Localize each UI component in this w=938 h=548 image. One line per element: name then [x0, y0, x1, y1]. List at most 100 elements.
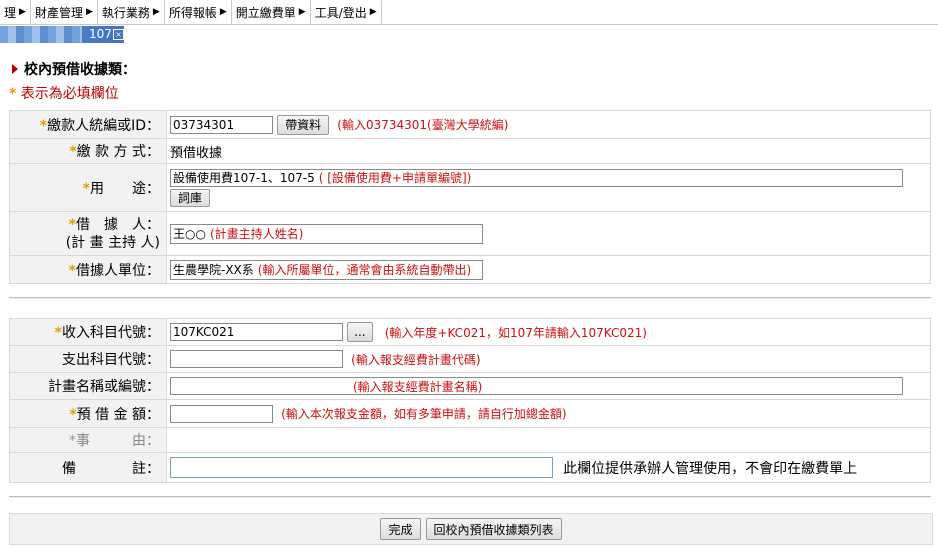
value-cell: 預借收據	[166, 138, 931, 164]
row-expense-code: 支出科目代號： (輸入報支經費計畫代碼)	[9, 345, 931, 373]
tab-label: 107	[89, 27, 112, 41]
caret-right-icon: ▶	[369, 7, 377, 17]
blurred-tab-text	[0, 26, 82, 43]
value-cell: (輸入報支經費計畫名稱)	[166, 372, 931, 400]
purpose-hint: ( [設備使用費+申請單編號])	[318, 171, 472, 185]
label-cell: *用 途：	[9, 163, 167, 212]
borrower-value: 王○○	[173, 227, 206, 241]
caret-right-icon: ▶	[219, 7, 227, 17]
pay-method-value: 預借收據	[170, 145, 223, 161]
back-to-list-button[interactable]: 回校內預借收據類列表	[425, 518, 562, 540]
row-payer-id: *繳款人統編或ID： 03734301 帶資料 (輸入03734301(臺灣大學…	[9, 110, 931, 139]
lookup-button[interactable]: ...	[347, 322, 373, 342]
label-cell: 支出科目代號：	[9, 345, 167, 373]
row-income-code: *收入科目代號： 107KC021 ... (輸入年度+KC021，如107年請…	[9, 318, 931, 346]
menu-item-partial[interactable]: 理 ▶	[0, 0, 31, 24]
value-cell: 107KC021 ... (輸入年度+KC021，如107年請輸入107KC02…	[166, 318, 931, 346]
menu-label: 執行業務	[101, 5, 150, 20]
project-name-input[interactable]: (輸入報支經費計畫名稱)	[170, 377, 903, 395]
form-section-1: *繳款人統編或ID： 03734301 帶資料 (輸入03734301(臺灣大學…	[9, 110, 931, 284]
label-cell: *收入科目代號：	[9, 318, 167, 346]
tab-active[interactable]: 107 ×	[0, 26, 124, 43]
row-reason: *事 由：	[9, 427, 931, 453]
fetch-data-button[interactable]: 帶資料	[277, 114, 330, 135]
required-note-text: 表示為必填欄位	[20, 86, 119, 102]
purpose-input[interactable]: 設備使用費107-1、107-5 ( [設備使用費+申請單編號])	[170, 168, 903, 187]
label-cell: *借 據 人： (計 畫 主持 人)	[9, 211, 167, 256]
purpose-value: 設備使用費107-1、107-5	[173, 171, 315, 185]
menu-item-billing[interactable]: 開立繳費單 ▶	[232, 0, 311, 24]
done-button[interactable]: 完成	[380, 518, 421, 540]
value-cell: (輸入本次報支金額，如有多筆申請，請自行加總金額)	[166, 399, 931, 428]
caret-right-icon: ▶	[85, 7, 93, 17]
row-borrower-unit: *借據人單位： 生農學院-XX系 (輸入所屬單位，通常會由系統自動帶出)	[9, 255, 931, 284]
menu-label: 工具/登出	[314, 5, 367, 20]
borrower-hint: (計畫主持人姓名)	[209, 227, 304, 241]
value-cell: 生農學院-XX系 (輸入所屬單位，通常會由系統自動帶出)	[166, 255, 931, 284]
borrower-sublabel: (計 畫 主持 人)	[65, 234, 160, 251]
project-name-hint: (輸入報支經費計畫名稱)	[353, 379, 483, 394]
required-note: * 表示為必填欄位	[9, 83, 119, 103]
glossary-button[interactable]: 詞庫	[170, 188, 211, 207]
value-cell	[166, 427, 931, 453]
borrower-unit-value: 生農學院-XX系	[173, 263, 254, 277]
caret-right-icon: ▶	[298, 7, 306, 17]
label-cell: *借據人單位：	[9, 255, 167, 284]
required-star-icon: *	[82, 180, 90, 197]
label-cell: 備 註：	[9, 452, 167, 483]
divider	[9, 297, 931, 299]
menu-bar: 理 ▶ 財產管理 ▶ 執行業務 ▶ 所得報帳 ▶ 開立繳費單 ▶ 工具/登出 ▶	[0, 0, 938, 25]
label-cell: 計畫名稱或編號：	[9, 372, 167, 400]
borrower-unit-hint: (輸入所屬單位，通常會由系統自動帶出)	[257, 263, 472, 277]
amount-hint: (輸入本次報支金額，如有多筆申請，請自行加總金額)	[281, 407, 567, 421]
menu-label: 開立繳費單	[235, 5, 296, 20]
payer-id-input[interactable]: 03734301	[170, 115, 273, 134]
menu-label: 所得報帳	[168, 5, 217, 20]
required-star-icon: *	[68, 216, 76, 233]
tab-strip: 107 ×	[0, 26, 938, 43]
label-cell: *事 由：	[9, 427, 167, 453]
row-purpose: *用 途： 設備使用費107-1、107-5 ( [設備使用費+申請單編號]) …	[9, 163, 931, 212]
menu-item-income[interactable]: 所得報帳 ▶	[165, 0, 232, 24]
menu-item-tools[interactable]: 工具/登出 ▶	[311, 0, 382, 24]
row-remark: 備 註： 此欄位提供承辦人管理使用，不會印在繳費單上	[9, 452, 931, 483]
action-bar: 完成 回校內預借收據類列表	[9, 513, 933, 545]
income-code-input[interactable]: 107KC021	[170, 323, 343, 341]
divider	[9, 496, 931, 498]
label-cell: *預 借 金 額：	[9, 399, 167, 428]
required-star-icon: *	[9, 86, 17, 102]
expense-code-hint: (輸入報支經費計畫代碼)	[351, 352, 481, 367]
payer-id-hint: (輸入03734301(臺灣大學統編)	[337, 118, 509, 132]
amount-input[interactable]	[170, 404, 273, 423]
row-borrower: *借 據 人： (計 畫 主持 人) 王○○ (計畫主持人姓名)	[9, 211, 931, 256]
page-title-text: 校內預借收據類：	[24, 62, 136, 78]
required-star-icon: *	[69, 406, 77, 423]
value-cell: 設備使用費107-1、107-5 ( [設備使用費+申請單編號]) 詞庫	[166, 163, 931, 212]
caret-right-icon: ▶	[152, 7, 160, 17]
expense-code-input[interactable]	[170, 350, 343, 368]
required-star-icon: *	[39, 117, 48, 134]
menu-label: 理	[4, 5, 17, 20]
required-star-icon: *	[54, 325, 62, 341]
triangle-icon	[12, 64, 18, 74]
row-project-name: 計畫名稱或編號： (輸入報支經費計畫名稱)	[9, 372, 931, 400]
menu-item-property[interactable]: 財產管理 ▶	[31, 0, 98, 24]
row-amount: *預 借 金 額： (輸入本次報支金額，如有多筆申請，請自行加總金額)	[9, 399, 931, 428]
value-cell: 王○○ (計畫主持人姓名)	[166, 211, 931, 256]
row-pay-method: *繳 款 方 式： 預借收據	[9, 138, 931, 164]
remark-input[interactable]	[170, 457, 553, 478]
required-star-icon: *	[69, 433, 76, 449]
form-section-2: *收入科目代號： 107KC021 ... (輸入年度+KC021，如107年請…	[9, 318, 931, 483]
value-cell: 03734301 帶資料 (輸入03734301(臺灣大學統編)	[166, 110, 931, 139]
borrower-unit-input[interactable]: 生農學院-XX系 (輸入所屬單位，通常會由系統自動帶出)	[170, 259, 483, 280]
value-cell: (輸入報支經費計畫代碼)	[166, 345, 931, 373]
label-cell: *繳款人統編或ID：	[9, 110, 167, 139]
menu-label: 財產管理	[34, 5, 83, 20]
borrower-input[interactable]: 王○○ (計畫主持人姓名)	[170, 223, 483, 244]
remark-hint: 此欄位提供承辦人管理使用，不會印在繳費單上	[563, 460, 858, 477]
required-star-icon: *	[68, 262, 76, 279]
close-icon[interactable]: ×	[113, 29, 124, 40]
menu-item-business[interactable]: 執行業務 ▶	[98, 0, 165, 24]
value-cell: 此欄位提供承辦人管理使用，不會印在繳費單上	[166, 452, 931, 483]
caret-right-icon: ▶	[19, 7, 26, 17]
